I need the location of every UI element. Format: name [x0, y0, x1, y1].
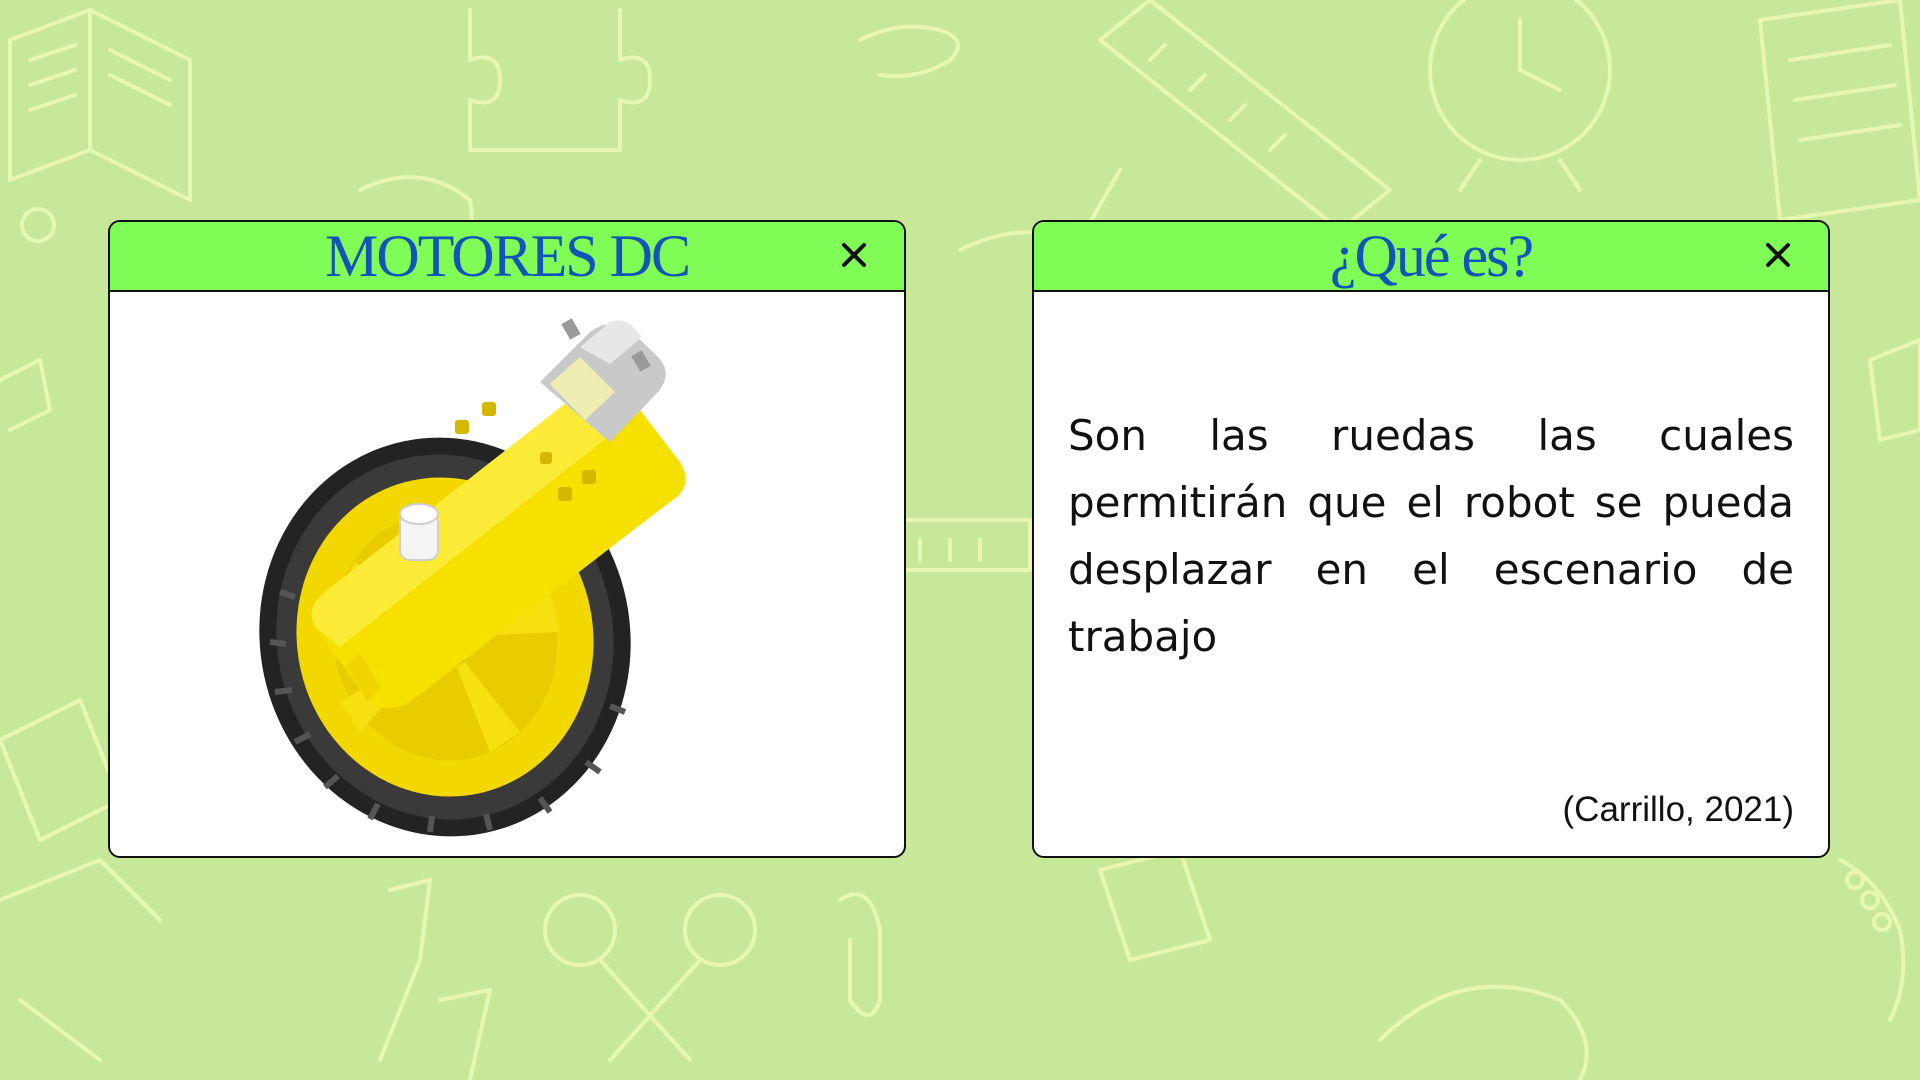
definition-window: ¿Qué es? Son las ruedas las cuales permi…: [1032, 220, 1830, 858]
close-icon[interactable]: [834, 235, 874, 275]
window-title: ¿Qué es?: [1329, 223, 1534, 289]
definition-window-titlebar: ¿Qué es?: [1034, 222, 1828, 292]
motor-window: MOTORES DC: [108, 220, 906, 858]
definition-text: Son las ruedas las cuales permitirán que…: [1068, 411, 1794, 661]
close-icon[interactable]: [1758, 235, 1798, 275]
motor-window-titlebar: MOTORES DC: [110, 222, 904, 292]
motor-wheel-image: [110, 292, 904, 856]
window-title: MOTORES DC: [325, 223, 691, 289]
citation-text: (Carrillo, 2021): [1562, 790, 1794, 829]
